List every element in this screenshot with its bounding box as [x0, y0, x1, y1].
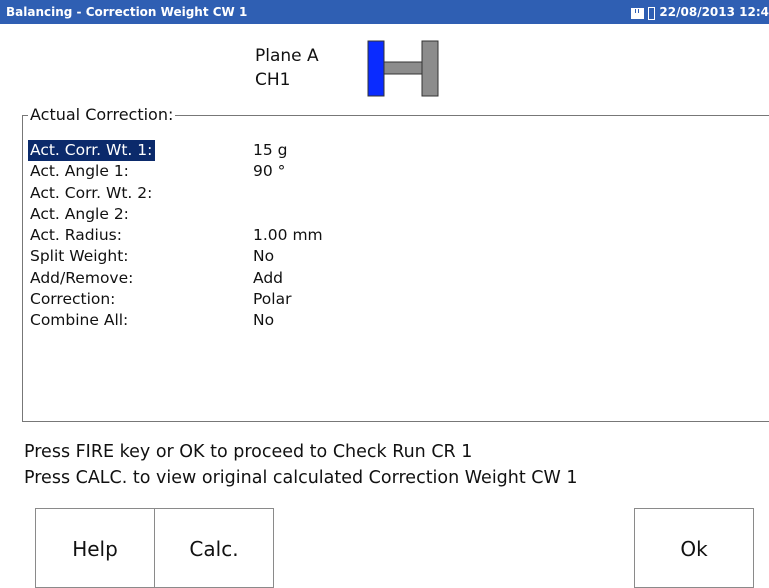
field-row-correction[interactable]: Correction: Polar	[30, 289, 730, 310]
datetime: 22/08/2013 12:4	[659, 5, 769, 19]
rotor-shaft	[383, 61, 423, 75]
memory-card-icon	[631, 7, 645, 19]
field-row-split-weight[interactable]: Split Weight: No	[30, 246, 730, 267]
plane-b-disc	[421, 40, 439, 97]
field-row-combine-all[interactable]: Combine All: No	[30, 310, 730, 331]
ok-button[interactable]: Ok	[634, 508, 754, 588]
field-label[interactable]: Split Weight:	[30, 246, 129, 267]
field-label[interactable]: Act. Radius:	[30, 225, 122, 246]
battery-icon	[648, 6, 656, 20]
channel-label: CH1	[255, 70, 291, 90]
field-row-add-remove[interactable]: Add/Remove: Add	[30, 268, 730, 289]
status-area: 22/08/2013 12:4	[627, 0, 769, 24]
field-label[interactable]: Act. Corr. Wt. 1:	[28, 140, 156, 161]
field-value: 90 °	[253, 162, 286, 181]
field-value: Add	[253, 268, 284, 287]
plane-info: Plane A CH1	[255, 44, 319, 92]
field-row-act-angle-2[interactable]: Act. Angle 2:	[30, 204, 730, 225]
rotor-plane-diagram	[367, 40, 439, 97]
field-row-act-radius[interactable]: Act. Radius: 1.00 mm	[30, 225, 730, 246]
field-row-act-corr-wt-1[interactable]: Act. Corr. Wt. 1: 15 g	[28, 140, 730, 161]
plane-name: Plane A	[255, 46, 319, 66]
calc-button[interactable]: Calc.	[154, 508, 274, 588]
field-label[interactable]: Correction:	[30, 289, 115, 310]
field-row-act-corr-wt-2[interactable]: Act. Corr. Wt. 2:	[30, 183, 730, 204]
field-label[interactable]: Add/Remove:	[30, 268, 133, 289]
field-list: Act. Corr. Wt. 1: 15 g Act. Angle 1: 90 …	[28, 140, 730, 332]
calc-button-label: Calc.	[189, 537, 239, 561]
title-bar: Balancing - Correction Weight CW 1 22/08…	[0, 0, 769, 24]
ok-button-label: Ok	[680, 537, 708, 561]
group-legend: Actual Correction:	[28, 104, 176, 126]
instruction-calc: Press CALC. to view original calculated …	[24, 468, 578, 488]
field-value: Polar	[253, 290, 292, 309]
plane-a-disc	[367, 40, 385, 97]
help-button-label: Help	[72, 537, 118, 561]
instruction-fire: Press FIRE key or OK to proceed to Check…	[24, 442, 473, 462]
help-button[interactable]: Help	[35, 508, 155, 588]
field-row-act-angle-1[interactable]: Act. Angle 1: 90 °	[30, 161, 730, 182]
field-value: No	[253, 247, 275, 266]
field-label[interactable]: Act. Corr. Wt. 2:	[30, 183, 152, 204]
window-title: Balancing - Correction Weight CW 1	[6, 5, 248, 19]
field-label[interactable]: Act. Angle 2:	[30, 204, 129, 225]
field-value: No	[253, 311, 275, 330]
field-label[interactable]: Combine All:	[30, 310, 128, 331]
field-label[interactable]: Act. Angle 1:	[30, 161, 129, 182]
field-value: 1.00 mm	[253, 226, 323, 245]
field-value: 15 g	[253, 141, 288, 159]
